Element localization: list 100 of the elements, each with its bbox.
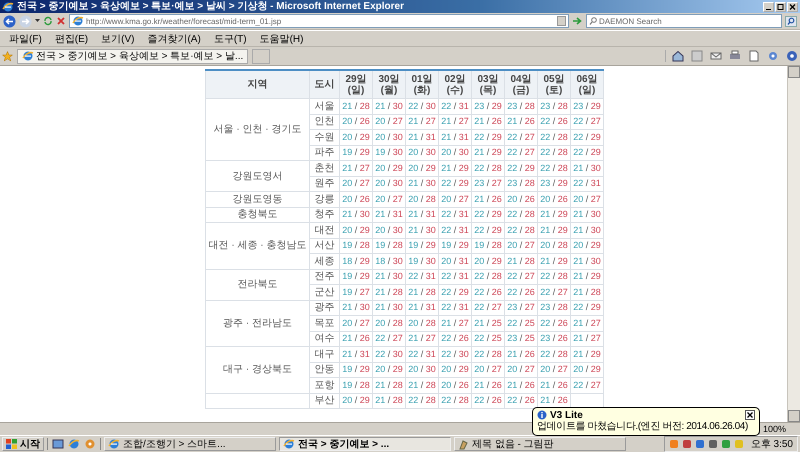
temperature-cell: 20 / 29 <box>340 393 372 408</box>
minimize-button[interactable] <box>763 2 774 12</box>
maximize-button[interactable] <box>775 2 786 12</box>
search-icon[interactable] <box>785 16 797 26</box>
temperature-cell: 22 / 26 <box>538 114 570 130</box>
temperature-cell: 23 / 25 <box>504 331 538 346</box>
address-field[interactable]: http://www.kma.go.kr/weather/forecast/mid-term_01.jsp <box>69 14 569 28</box>
temperature-cell: 21 / 27 <box>570 331 604 346</box>
notification-message: 업데이트를 마쳤습니다.(엔진 버전: 2014.06.26.04) <box>537 421 749 433</box>
temperature-cell: 22 / 31 <box>406 346 438 362</box>
city-cell: 전주 <box>310 269 340 284</box>
browser-logo-icon <box>283 438 295 450</box>
temperature-cell: 22 / 27 <box>570 378 604 393</box>
home-icon[interactable] <box>672 50 684 62</box>
temperature-cell: 22 / 28 <box>538 130 570 145</box>
browser-logo-icon[interactable] <box>68 438 80 450</box>
temperature-cell: 21 / 29 <box>570 269 604 284</box>
temperature-cell: 22 / 27 <box>504 130 538 145</box>
tray-icon[interactable] <box>694 439 705 449</box>
temperature-cell: 20 / 29 <box>570 238 604 254</box>
temperature-cell: 21 / 30 <box>406 222 438 238</box>
close-icon <box>789 4 796 10</box>
desktop-icon[interactable] <box>52 438 64 450</box>
temperature-cell: 21 / 28 <box>372 284 406 300</box>
city-cell: 원주 <box>310 176 340 192</box>
go-arrow-icon[interactable] <box>572 16 583 26</box>
temperature-cell: 22 / 29 <box>472 130 504 145</box>
temperature-cell: 23 / 28 <box>538 98 570 114</box>
temperature-cell: 20 / 27 <box>340 316 372 331</box>
page-icon <box>22 50 34 62</box>
region-cell: 서울 · 인천 · 경기도 <box>206 98 310 160</box>
temperature-cell: 22 / 31 <box>438 269 472 284</box>
city-cell: 대구 <box>310 346 340 362</box>
dropdown-button[interactable] <box>557 16 566 26</box>
city-cell: 대전 <box>310 222 340 238</box>
temperature-cell: 22 / 25 <box>504 316 538 331</box>
stop-icon[interactable] <box>56 16 66 26</box>
temperature-cell: 19 / 30 <box>372 145 406 160</box>
paint-icon <box>458 438 469 450</box>
tray-icon[interactable] <box>682 439 692 449</box>
windows-logo-icon <box>6 439 17 449</box>
taskbar-button[interactable]: 전국 > 중기예보 > ... <box>279 437 451 451</box>
star-icon[interactable] <box>2 50 13 62</box>
temperature-cell: 20 / 27 <box>570 192 604 207</box>
vertical-scrollbar[interactable] <box>787 66 800 422</box>
temperature-cell: 20 / 30 <box>372 176 406 192</box>
temperature-cell: 23 / 28 <box>504 98 538 114</box>
mail-icon[interactable] <box>710 50 722 62</box>
taskbar-button[interactable]: 조합/조행기 > 스마트... <box>104 437 276 451</box>
print-icon[interactable] <box>729 50 741 62</box>
temperature-cell: 19 / 27 <box>340 284 372 300</box>
region-cell: 대구 · 경상북도 <box>206 346 310 393</box>
temperature-cell: 21 / 30 <box>340 300 372 316</box>
temperature-cell: 22 / 29 <box>504 160 538 176</box>
back-icon[interactable] <box>3 14 16 28</box>
tray-icon[interactable] <box>668 439 679 449</box>
region-cell: 광주 · 전라남도 <box>206 300 310 346</box>
city-cell: 부산 <box>310 393 340 408</box>
caret-icon[interactable] <box>35 19 40 23</box>
temperature-cell: 20 / 30 <box>406 362 438 378</box>
temperature-cell: 22 / 30 <box>406 98 438 114</box>
menu-item[interactable]: 도구(T) <box>214 32 247 46</box>
close-button[interactable] <box>745 410 755 420</box>
menu-item[interactable]: 도움말(H) <box>260 32 304 46</box>
temperature-cell: 22 / 28 <box>504 222 538 238</box>
city-cell: 광주 <box>310 300 340 316</box>
temperature-cell: 21 / 27 <box>406 114 438 130</box>
tray-icon[interactable] <box>708 439 718 449</box>
tray-icon[interactable] <box>720 439 731 449</box>
region-cell: 전라북도 <box>206 269 310 300</box>
taskbar-button[interactable]: 제목 없음 - 그림판 <box>454 437 626 451</box>
search-field[interactable]: DAEMON Search <box>586 14 782 28</box>
temperature-cell: 22 / 29 <box>570 300 604 316</box>
temperature-cell: 22 / 28 <box>438 393 472 408</box>
page-icon[interactable] <box>748 50 760 62</box>
region-cell: 대전 · 세종 · 충청남도 <box>206 222 310 269</box>
menu-item[interactable]: 보기(V) <box>101 32 134 46</box>
menu-item[interactable]: 파일(F) <box>9 32 42 46</box>
temperature-cell: 22 / 30 <box>438 346 472 362</box>
temperature-cell: 22 / 29 <box>570 145 604 160</box>
start-button[interactable]: 시작 <box>2 437 44 451</box>
city-cell: 안동 <box>310 362 340 378</box>
temperature-cell: 21 / 27 <box>406 331 438 346</box>
clock: 오후 3:50 <box>750 438 793 451</box>
zoom-level[interactable]: 100% <box>762 424 786 434</box>
temperature-cell: 21 / 29 <box>438 160 472 176</box>
temperature-cell: 20 / 27 <box>472 362 504 378</box>
menu-item[interactable]: 편집(E) <box>54 32 88 46</box>
temperature-cell: 22 / 29 <box>438 284 472 300</box>
menu-item[interactable]: 즐겨찾기(A) <box>147 32 201 46</box>
temperature-cell: 22 / 27 <box>570 114 604 130</box>
city-cell: 포항 <box>310 378 340 393</box>
city-cell: 세종 <box>310 254 340 269</box>
temperature-cell: 19 / 29 <box>340 145 372 160</box>
temperature-cell: 21 / 27 <box>438 114 472 130</box>
temperature-cell: 22 / 29 <box>570 130 604 145</box>
browser-tab[interactable]: 전국 > 중기예보 > 육상예보 > 특보·예보 > 날... <box>17 48 248 64</box>
temperature-cell: 21 / 28 <box>406 378 438 393</box>
temperature-cell: 20 / 29 <box>372 160 406 176</box>
temperature-cell: 20 / 29 <box>340 130 372 145</box>
